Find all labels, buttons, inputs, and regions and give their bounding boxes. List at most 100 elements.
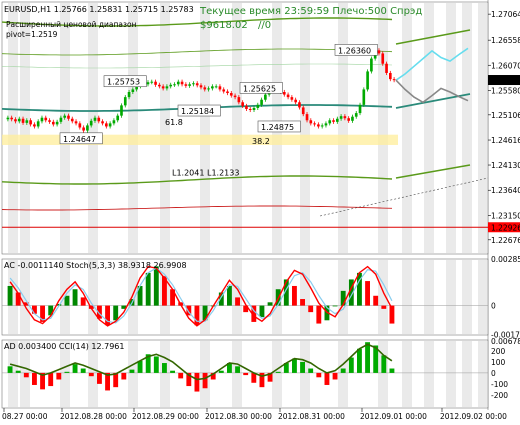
candle-body-7 <box>33 124 36 127</box>
session-shade-5-0 <box>160 3 170 253</box>
candle-body-29 <box>116 115 120 121</box>
session-shade-5-2 <box>160 341 170 407</box>
candle-body-73 <box>282 92 286 95</box>
ac-bar-3 <box>32 305 37 314</box>
price-tick-label-8: 1.23150 <box>491 211 520 220</box>
cci-bar-24 <box>202 372 208 389</box>
time-tick-label-5: 2012.09.01 00:00 <box>360 412 427 421</box>
candle-body-91 <box>351 116 354 121</box>
candle-body-33 <box>131 89 135 92</box>
session-shade-7-0 <box>232 3 242 253</box>
time-tick-label-3: 2012.08.30 00:00 <box>205 412 272 421</box>
candle-body-2 <box>14 119 17 122</box>
candle-body-38 <box>150 81 154 83</box>
cci-bar-40 <box>332 372 338 380</box>
candle-body-21 <box>86 125 89 131</box>
candle-body-79 <box>305 114 309 121</box>
cci-bar-19 <box>162 363 167 373</box>
candle-body-93 <box>358 104 362 114</box>
session-shade-13-2 <box>424 341 434 407</box>
candle-body-40 <box>158 84 161 87</box>
session-shade-14-0 <box>446 3 456 253</box>
ac-bar-31 <box>259 305 265 318</box>
ac-bar-38 <box>316 305 322 324</box>
candle-body-15 <box>63 115 67 118</box>
candle-body-95 <box>366 71 369 90</box>
cci-bar-2 <box>23 372 29 378</box>
cci-bar-41 <box>340 368 346 373</box>
session-shade-3-0 <box>88 3 98 253</box>
ad-tick-label-3: 0 <box>491 369 496 378</box>
candle-body-50 <box>195 83 199 86</box>
price-tick-label-10: 1.22676 <box>491 236 520 245</box>
candle-body-4 <box>21 118 25 123</box>
candle-body-58 <box>226 91 229 94</box>
price-tick-label-1: 1.26558 <box>491 36 520 45</box>
cci-bar-26 <box>218 370 224 373</box>
candle-body-8 <box>36 121 40 127</box>
candle-body-53 <box>207 88 210 90</box>
time-tick-label-0: 08.27 00:00 <box>2 412 48 421</box>
candle-body-102 <box>392 79 396 81</box>
candle-body-22 <box>89 120 93 126</box>
cci-bar-47 <box>389 368 395 373</box>
candle-body-26 <box>105 123 108 127</box>
cci-bar-43 <box>357 348 362 373</box>
candle-body-57 <box>222 89 226 92</box>
ac-bar-23 <box>194 305 200 326</box>
ac-bar-13 <box>113 305 119 321</box>
support-price-tag: 1.22926 <box>491 223 520 232</box>
session-shade-14-2 <box>446 341 456 407</box>
cci-bar-36 <box>300 361 305 373</box>
candle-body-16 <box>67 115 70 119</box>
session-shade-10-2 <box>338 341 348 407</box>
time-tick-label-2: 2012.08.29 00:00 <box>132 412 199 421</box>
candle-body-6 <box>29 120 32 125</box>
ac-bar-8 <box>72 289 78 306</box>
server-time-label: Текущее время 23:59:59 Плечо:500 Спрэд <box>199 6 422 17</box>
cci-bar-7 <box>64 371 70 373</box>
session-shade-11-0 <box>378 3 388 253</box>
cci-bar-28 <box>235 366 240 373</box>
candle-body-60 <box>233 95 237 98</box>
candle-body-84 <box>324 123 328 126</box>
candle-body-63 <box>245 105 248 109</box>
ac-bar-12 <box>105 305 110 326</box>
session-shade-15-1 <box>462 260 472 334</box>
price-tick-label-3: 1.25580 <box>491 86 520 95</box>
candle-body-83 <box>320 125 324 127</box>
cci-bar-35 <box>292 358 297 373</box>
balance-suffix-label: //0 <box>258 20 271 31</box>
candle-body-68 <box>264 94 267 100</box>
session-shade-15-0 <box>462 3 472 253</box>
ac-bar-37 <box>308 305 314 313</box>
session-shade-12-1 <box>402 260 412 334</box>
candle-body-82 <box>317 124 320 127</box>
candle-body-10 <box>44 117 48 121</box>
candle-body-46 <box>180 81 184 85</box>
trend-label: L1.2041 L1.2133 <box>172 169 239 178</box>
candle-body-37 <box>146 82 150 85</box>
candle-body-12 <box>52 121 55 125</box>
candle-body-98 <box>377 50 381 54</box>
cci-bar-16 <box>137 360 143 373</box>
candle-body-32 <box>127 92 131 98</box>
session-shade-15-2 <box>462 341 472 407</box>
candle-body-3 <box>17 118 21 122</box>
session-shade-16-1 <box>478 260 488 334</box>
candle-body-101 <box>388 72 392 80</box>
candle-body-13 <box>55 121 59 125</box>
session-shade-16-2 <box>478 341 488 407</box>
candle-body-76 <box>294 99 297 103</box>
candle-body-77 <box>298 102 301 108</box>
ad-tick-label-4: -100 <box>491 380 508 389</box>
candle-body-24 <box>97 117 101 122</box>
candle-body-96 <box>370 58 373 72</box>
candle-body-80 <box>309 120 313 124</box>
candle-body-27 <box>108 123 112 127</box>
chart-background <box>0 0 520 425</box>
cci-bar-15 <box>129 369 135 373</box>
candle-body-17 <box>70 118 74 122</box>
session-shade-3-1 <box>88 260 98 334</box>
session-shade-1-0 <box>20 3 30 253</box>
